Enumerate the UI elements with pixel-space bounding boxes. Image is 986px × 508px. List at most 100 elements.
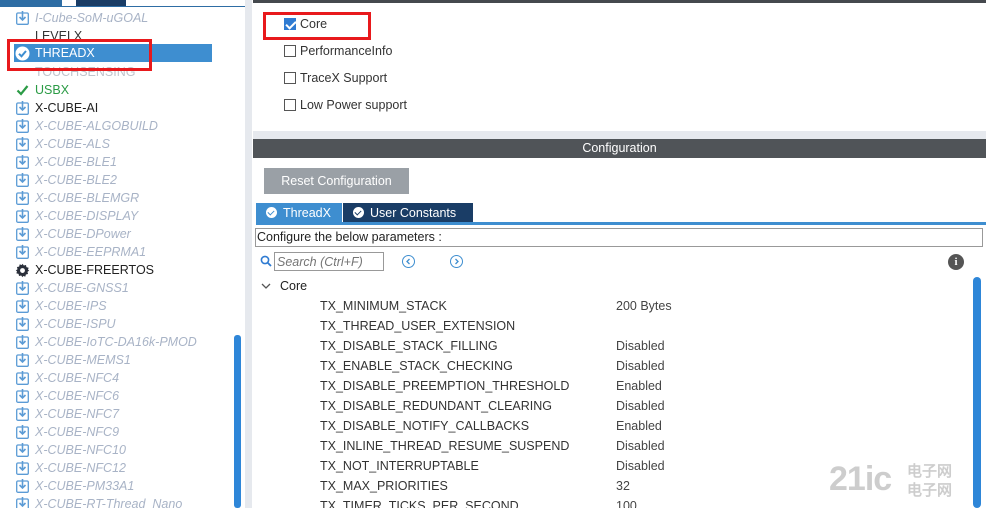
tree-item-label: X-CUBE-GNSS1 xyxy=(35,281,129,295)
param-value[interactable]: Disabled xyxy=(616,457,665,475)
tree-item-x-cube-blemgr[interactable]: X-CUBE-BLEMGR xyxy=(14,189,139,207)
tree-item-label: X-CUBE-FREERTOS xyxy=(35,263,155,277)
param-value[interactable]: 200 Bytes xyxy=(616,297,672,315)
tree-item-x-cube-ble2[interactable]: X-CUBE-BLE2 xyxy=(14,171,117,189)
tree-item-x-cube-dpower[interactable]: X-CUBE-DPower xyxy=(14,225,131,243)
tree-item-label: X-CUBE-PM33A1 xyxy=(35,479,135,493)
checkbox[interactable] xyxy=(284,72,296,84)
tree-item-label: X-CUBE-RT-Thread_Nano xyxy=(35,497,183,508)
group-core-label: Core xyxy=(280,279,308,293)
check-circle-icon xyxy=(353,207,364,218)
tree-item-x-cube-nfc4[interactable]: X-CUBE-NFC4 xyxy=(14,369,119,387)
tree-item-label: X-CUBE-BLE2 xyxy=(35,173,117,187)
download-icon xyxy=(14,424,30,440)
tab-user-constants[interactable]: User Constants xyxy=(343,203,473,222)
param-value[interactable]: Enabled xyxy=(616,377,662,395)
reset-configuration-button[interactable]: Reset Configuration xyxy=(264,168,409,194)
tree-item-x-cube-ai[interactable]: X-CUBE-AI xyxy=(14,99,98,117)
tree-item-label: X-CUBE-IPS xyxy=(35,299,107,313)
tree-item-usbx[interactable]: USBX xyxy=(14,81,69,99)
param-name: TX_ENABLE_STACK_CHECKING xyxy=(320,359,513,373)
tree-item-x-cube-gnss1[interactable]: X-CUBE-GNSS1 xyxy=(14,279,129,297)
tree-item-x-cube-display[interactable]: X-CUBE-DISPLAY xyxy=(14,207,138,225)
tree-item-x-cube-pm33a1[interactable]: X-CUBE-PM33A1 xyxy=(14,477,134,495)
section-gap xyxy=(253,131,986,139)
param-value[interactable]: Enabled xyxy=(616,417,662,435)
tree-item-x-cube-nfc6[interactable]: X-CUBE-NFC6 xyxy=(14,387,119,405)
download-icon xyxy=(14,496,30,508)
group-core-toggle[interactable]: Core xyxy=(260,278,307,294)
component-performanceinfo-checkbox-row[interactable]: PerformanceInfo xyxy=(284,43,392,59)
tree-item-x-cube-freertos[interactable]: X-CUBE-FREERTOS xyxy=(14,261,154,279)
param-value[interactable]: Disabled xyxy=(616,437,665,455)
tree-item-label: X-CUBE-DISPLAY xyxy=(35,209,139,223)
chevron-right-icon xyxy=(455,258,459,265)
param-name: TX_DISABLE_REDUNDANT_CLEARING xyxy=(320,399,553,413)
highlight-threadx xyxy=(7,39,152,71)
watermark: 21ic 电子网 电子网 xyxy=(829,460,979,502)
param-value[interactable]: Disabled xyxy=(616,337,665,355)
search-next-button[interactable] xyxy=(450,255,463,268)
info-icon[interactable]: i xyxy=(948,254,964,270)
param-row-tx-disable-redundant-clearing[interactable]: TX_DISABLE_REDUNDANT_CLEARING Disabled xyxy=(320,397,960,415)
checkbox[interactable] xyxy=(284,45,296,57)
tree-item-label: X-CUBE-NFC9 xyxy=(35,425,120,439)
component-tracex-support-checkbox-row[interactable]: TraceX Support xyxy=(284,70,387,86)
checkbox-label: Low Power support xyxy=(300,98,408,112)
configuration-header: Configuration xyxy=(253,139,986,158)
search-previous-button[interactable] xyxy=(402,255,415,268)
param-name: TX_MAX_PRIORITIES xyxy=(320,479,448,493)
tree-item-label: X-CUBE-EEPRMA1 xyxy=(35,245,147,259)
param-value[interactable]: 32 xyxy=(616,477,630,495)
watermark-logo: 21ic xyxy=(829,460,892,498)
tree-item-x-cube-algobuild[interactable]: X-CUBE-ALGOBUILD xyxy=(14,117,158,135)
param-value[interactable]: Disabled xyxy=(616,397,665,415)
tree-item-i-cube-som-ugoal[interactable]: I-Cube-SoM-uGOAL xyxy=(14,9,148,27)
tree-item-x-cube-als[interactable]: X-CUBE-ALS xyxy=(14,135,110,153)
tree-item-x-cube-ble1[interactable]: X-CUBE-BLE1 xyxy=(14,153,117,171)
tree-item-label: X-CUBE-NFC4 xyxy=(35,371,120,385)
param-value[interactable]: 100 xyxy=(616,497,637,508)
tab-threadx[interactable]: ThreadX xyxy=(256,203,342,222)
tree-item-x-cube-nfc7[interactable]: X-CUBE-NFC7 xyxy=(14,405,119,423)
tree-item-label: X-CUBE-IoTC-DA16k-PMOD xyxy=(35,335,197,349)
check-circle-icon xyxy=(266,207,277,218)
tree-item-x-cube-ips[interactable]: X-CUBE-IPS xyxy=(14,297,107,315)
tab-threadx-label: ThreadX xyxy=(283,205,331,220)
checkbox-label: TraceX Support xyxy=(300,71,388,85)
tree-item-x-cube-iotc-da16k-pmod[interactable]: X-CUBE-IoTC-DA16k-PMOD xyxy=(14,333,197,351)
panel-splitter[interactable] xyxy=(245,0,252,508)
gear-icon xyxy=(14,262,30,278)
tab-rule xyxy=(0,6,246,7)
param-row-tx-disable-stack-filling[interactable]: TX_DISABLE_STACK_FILLING Disabled xyxy=(320,337,960,355)
watermark-text: 电子网 xyxy=(907,463,953,480)
tree-item-x-cube-ispu[interactable]: X-CUBE-ISPU xyxy=(14,315,116,333)
param-name: TX_DISABLE_STACK_FILLING xyxy=(320,339,498,353)
download-icon xyxy=(14,406,30,422)
param-value[interactable]: Disabled xyxy=(616,357,665,375)
tree-item-x-cube-eeprma1[interactable]: X-CUBE-EEPRMA1 xyxy=(14,243,146,261)
param-row-tx-enable-stack-checking[interactable]: TX_ENABLE_STACK_CHECKING Disabled xyxy=(320,357,960,375)
download-icon xyxy=(14,442,30,458)
component-tree-panel: I-Cube-SoM-uGOAL LEVELX THREADX TOUCHSENSIN… xyxy=(0,0,246,508)
tree-item-label: X-CUBE-NFC10 xyxy=(35,443,126,457)
download-icon xyxy=(14,334,30,350)
chevron-left-icon xyxy=(406,258,410,265)
download-icon xyxy=(14,370,30,386)
search-input[interactable] xyxy=(274,252,384,271)
tree-item-x-cube-mems1[interactable]: X-CUBE-MEMS1 xyxy=(14,351,131,369)
param-row-tx-disable-notify-callbacks[interactable]: TX_DISABLE_NOTIFY_CALLBACKS Enabled xyxy=(320,417,960,435)
tree-item-x-cube-nfc9[interactable]: X-CUBE-NFC9 xyxy=(14,423,119,441)
tree-scrollbar[interactable] xyxy=(234,335,241,508)
checkbox[interactable] xyxy=(284,99,296,111)
param-row-tx-minimum-stack[interactable]: TX_MINIMUM_STACK 200 Bytes xyxy=(320,297,960,315)
param-row-tx-disable-preemption-threshold[interactable]: TX_DISABLE_PREEMPTION_THRESHOLD Enabled xyxy=(320,377,960,395)
tree-item-x-cube-nfc12[interactable]: X-CUBE-NFC12 xyxy=(14,459,126,477)
tree-item-x-cube-nfc10[interactable]: X-CUBE-NFC10 xyxy=(14,441,126,459)
tab-user-constants-label: User Constants xyxy=(370,205,457,220)
tree-item-label: I-Cube-SoM-uGOAL xyxy=(35,11,149,25)
param-row-tx-thread-user-extension[interactable]: TX_THREAD_USER_EXTENSION xyxy=(320,317,960,335)
component-low-power-support-checkbox-row[interactable]: Low Power support xyxy=(284,97,407,113)
tree-item-x-cube-rt-thread-nano[interactable]: X-CUBE-RT-Thread_Nano xyxy=(14,495,182,508)
param-row-tx-inline-thread-resume-suspend[interactable]: TX_INLINE_THREAD_RESUME_SUSPEND Disabled xyxy=(320,437,960,455)
